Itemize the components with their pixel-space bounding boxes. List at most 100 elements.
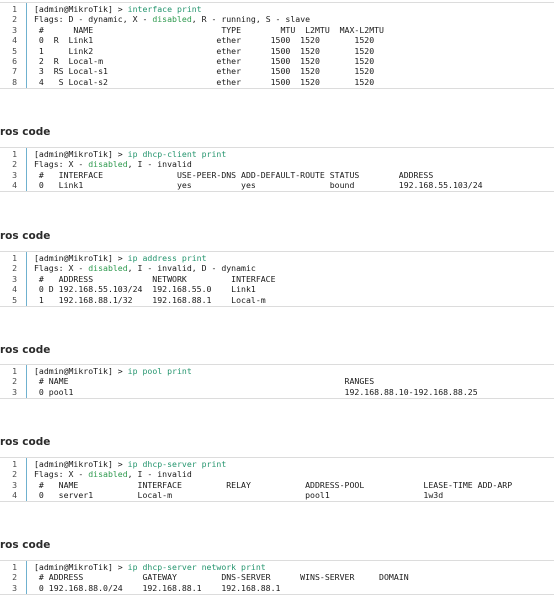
line-number: 2 xyxy=(12,14,17,25)
code-text: 0 Link1 yes yes bound 192.168.55.103/24 xyxy=(34,180,483,190)
line-number: 3 xyxy=(12,582,17,593)
line-number: 2 xyxy=(12,376,17,387)
code-text: 0 192.168.88.0/24 192.168.88.1 192.168.8… xyxy=(34,582,281,593)
code-line: 2 # ADDRESS GATEWAY DNS-SERVER WINS-SERV… xyxy=(0,572,554,582)
output-text: # NAME TYPE MTU L2MTU MAX-L2MTU xyxy=(34,24,384,35)
line-number: 4 xyxy=(12,490,17,501)
output-text: , R - running, S - slave xyxy=(191,14,311,25)
code-line: 3 # INTERFACE USE-PEER-DNS ADD-DEFAULT-R… xyxy=(0,170,554,180)
code-line: 2 # NAME RANGES xyxy=(0,376,554,386)
code-text: Flags: X - disabled, I - invalid xyxy=(34,159,192,169)
line-number: 2 xyxy=(12,469,17,480)
keyword-text: disabled xyxy=(88,469,128,480)
line-number: 3 xyxy=(12,24,17,35)
line-number: 2 xyxy=(12,263,17,274)
line-number: 6 xyxy=(12,55,17,66)
code-block-ip-address-print: 1 [admin@MikroTik] > ip address print 2 Fla… xyxy=(0,251,554,307)
code-block-dhcp-client-print: 1 [admin@MikroTik] > ip dhcp-client print… xyxy=(0,147,554,192)
output-text: # ADDRESS NETWORK INTERFACE xyxy=(34,273,276,284)
output-text: 0 pool1 192.168.88.10-192.168.88.25 xyxy=(34,386,478,397)
code-line: 3 0 192.168.88.0/24 192.168.88.1 192.168… xyxy=(0,583,554,593)
keyword-text: disabled xyxy=(152,14,192,25)
output-text: [admin@MikroTik] > xyxy=(34,366,128,376)
line-number: 1 xyxy=(12,253,17,263)
code-line: 5 1 Link2 ether 1500 1520 1520 xyxy=(0,46,554,56)
code-line: 7 3 RS Local-s1 ether 1500 1520 1520 xyxy=(0,66,554,76)
line-number: 1 xyxy=(12,366,17,376)
code-line: 4 0 Link1 yes yes bound 192.168.55.103/2… xyxy=(0,180,554,190)
output-text: Flags: X - xyxy=(34,263,89,274)
command-text: interface print xyxy=(127,4,202,14)
code-line: 3 # ADDRESS NETWORK INTERFACE xyxy=(0,274,554,284)
output-text: 3 RS Local-s1 ether 1500 1520 1520 xyxy=(34,66,375,77)
output-text: # NAME RANGES xyxy=(34,376,375,387)
output-text: 0 Link1 yes yes bound 192.168.55.103/24 xyxy=(34,180,483,191)
keyword-text: disabled xyxy=(88,159,128,170)
line-number: 1 xyxy=(12,459,17,469)
output-text: 0 192.168.88.0/24 192.168.88.1 192.168.8… xyxy=(34,582,281,593)
code-text: [admin@MikroTik] > ip dhcp-server networ… xyxy=(34,562,266,572)
code-text: # INTERFACE USE-PEER-DNS ADD-DEFAULT-ROU… xyxy=(34,170,433,180)
output-text: [admin@MikroTik] > xyxy=(34,562,128,572)
code-line: 8 4 S Local-s2 ether 1500 1520 1520 xyxy=(0,77,554,87)
code-line: 2 Flags: X - disabled, I - invalid xyxy=(0,159,554,169)
line-number: 1 xyxy=(12,562,17,572)
code-text: 1 Link2 ether 1500 1520 1520 xyxy=(34,46,374,56)
line-number: 3 xyxy=(12,479,17,490)
code-line: 1 [admin@MikroTik] > ip pool print xyxy=(0,366,554,376)
code-block-ip-pool-print: 1 [admin@MikroTik] > ip pool print 2 # NAM… xyxy=(0,364,554,399)
line-number: 3 xyxy=(12,386,17,397)
code-text: [admin@MikroTik] > ip address print xyxy=(34,253,207,263)
line-number: 5 xyxy=(12,45,17,56)
code-text: 0 server1 Local-m pool1 1w3d xyxy=(34,490,443,500)
line-number: 4 xyxy=(12,284,17,295)
code-text: 3 RS Local-s1 ether 1500 1520 1520 xyxy=(34,66,374,76)
section-heading: ros code xyxy=(0,539,51,551)
code-line: 1 [admin@MikroTik] > interface print xyxy=(0,4,554,14)
code-text: # NAME TYPE MTU L2MTU MAX-L2MTU xyxy=(34,25,384,35)
code-line: 5 1 192.168.88.1/32 192.168.88.1 Local-m xyxy=(0,295,554,305)
code-line: 4 0 D 192.168.55.103/24 192.168.55.0 Lin… xyxy=(0,284,554,294)
output-text: 0 R Link1 ether 1500 1520 1520 xyxy=(34,35,375,46)
code-text: Flags: X - disabled, I - invalid, D - dy… xyxy=(34,263,256,273)
code-text: [admin@MikroTik] > interface print xyxy=(34,4,202,14)
output-text: 1 Link2 ether 1500 1520 1520 xyxy=(34,45,375,56)
code-line: 2 Flags: X - disabled, I - invalid, D - d… xyxy=(0,263,554,273)
output-text: Flags: D - dynamic, X - xyxy=(34,14,153,25)
code-line: 2 Flags: D - dynamic, X - disabled, R - r… xyxy=(0,14,554,24)
code-block-dhcp-server-network-print: 1 [admin@MikroTik] > ip dhcp-server netwo… xyxy=(0,560,554,595)
code-text: 0 D 192.168.55.103/24 192.168.55.0 Link1 xyxy=(34,284,256,294)
section-heading: ros code xyxy=(0,344,51,356)
output-text: # ADDRESS GATEWAY DNS-SERVER WINS-SERVER… xyxy=(34,572,409,583)
code-text: [admin@MikroTik] > ip pool print xyxy=(34,366,192,376)
line-number: 2 xyxy=(12,159,17,170)
code-text: 1 192.168.88.1/32 192.168.88.1 Local-m xyxy=(34,295,266,305)
code-block-interface-print: 1 [admin@MikroTik] > interface print 2 Flag… xyxy=(0,2,554,89)
output-text: 0 D 192.168.55.103/24 192.168.55.0 Link1 xyxy=(34,284,256,295)
output-text: 4 S Local-s2 ether 1500 1520 1520 xyxy=(34,76,375,87)
output-text: 0 server1 Local-m pool1 1w3d xyxy=(34,490,444,501)
output-text: , I - invalid, D - dynamic xyxy=(127,263,256,274)
output-text: , I - invalid xyxy=(127,159,192,170)
code-line: 4 0 R Link1 ether 1500 1520 1520 xyxy=(0,35,554,45)
line-number: 2 xyxy=(12,572,17,583)
output-text: # NAME INTERFACE RELAY ADDRESS-POOL LEAS… xyxy=(34,479,513,490)
code-line: 1 [admin@MikroTik] > ip dhcp-client print xyxy=(0,149,554,159)
code-text: 0 pool1 192.168.88.10-192.168.88.25 xyxy=(34,387,478,397)
output-text: # INTERFACE USE-PEER-DNS ADD-DEFAULT-ROU… xyxy=(34,169,434,180)
command-text: ip dhcp-server network print xyxy=(127,562,266,572)
command-text: ip dhcp-server print xyxy=(127,459,227,469)
keyword-text: disabled xyxy=(88,263,128,274)
code-block-dhcp-server-print: 1 [admin@MikroTik] > ip dhcp-server print… xyxy=(0,457,554,502)
code-text: Flags: X - disabled, I - invalid xyxy=(34,469,192,479)
line-number: 3 xyxy=(12,273,17,284)
command-text: ip address print xyxy=(127,253,207,263)
line-number: 5 xyxy=(12,294,17,305)
line-number: 4 xyxy=(12,180,17,191)
code-line: 4 0 server1 Local-m pool1 1w3d xyxy=(0,490,554,500)
code-text: [admin@MikroTik] > ip dhcp-server print xyxy=(34,459,226,469)
line-number: 4 xyxy=(12,35,17,46)
code-line: 1 [admin@MikroTik] > ip address print xyxy=(0,253,554,263)
code-text: 2 R Local-m ether 1500 1520 1520 xyxy=(34,56,374,66)
output-text: [admin@MikroTik] > xyxy=(34,253,128,263)
